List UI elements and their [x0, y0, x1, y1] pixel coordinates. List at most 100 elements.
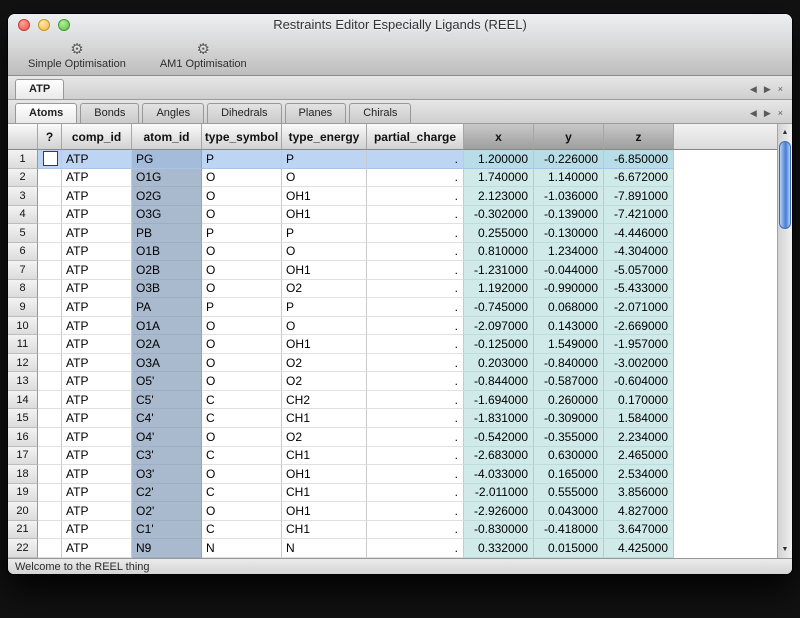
cell-check[interactable]: [38, 298, 62, 317]
vertical-scrollbar[interactable]: ▲ ▼: [777, 124, 792, 558]
cell-type-symbol[interactable]: O: [202, 243, 282, 262]
cell-y[interactable]: 1.140000: [534, 169, 604, 188]
cell-x[interactable]: 0.332000: [464, 539, 534, 558]
cell-type-energy[interactable]: P: [282, 298, 367, 317]
tab-scroll-right-icon[interactable]: ▶: [764, 84, 771, 94]
cell-atom-id[interactable]: O2A: [132, 335, 202, 354]
cell-y[interactable]: -0.355000: [534, 428, 604, 447]
cell-partial-charge[interactable]: .: [367, 169, 464, 188]
cell-type-energy[interactable]: OH1: [282, 261, 367, 280]
row-number[interactable]: 14: [8, 391, 38, 410]
row-number[interactable]: 9: [8, 298, 38, 317]
cell-atom-id[interactable]: C2': [132, 484, 202, 503]
row-number[interactable]: 13: [8, 372, 38, 391]
cell-check[interactable]: [38, 280, 62, 299]
cell-check[interactable]: [38, 150, 62, 169]
cell-atom-id[interactable]: O2B: [132, 261, 202, 280]
cell-z[interactable]: 2.534000: [604, 465, 674, 484]
column-header-type_energy[interactable]: type_energy: [282, 124, 367, 150]
cell-comp-id[interactable]: ATP: [62, 428, 132, 447]
cell-x[interactable]: -1.831000: [464, 409, 534, 428]
tab-atoms[interactable]: Atoms: [15, 103, 77, 123]
cell-type-energy[interactable]: OH1: [282, 502, 367, 521]
cell-z[interactable]: -2.071000: [604, 298, 674, 317]
cell-atom-id[interactable]: O1B: [132, 243, 202, 262]
checkbox-editor[interactable]: [43, 151, 58, 166]
zoom-button[interactable]: [58, 19, 70, 31]
scrollbar-thumb[interactable]: [779, 141, 791, 229]
cell-type-energy[interactable]: O2: [282, 280, 367, 299]
row-number[interactable]: 15: [8, 409, 38, 428]
cell-atom-id[interactable]: O1G: [132, 169, 202, 188]
cell-partial-charge[interactable]: .: [367, 187, 464, 206]
cell-y[interactable]: 1.549000: [534, 335, 604, 354]
cell-x[interactable]: -2.683000: [464, 447, 534, 466]
cell-type-energy[interactable]: OH1: [282, 335, 367, 354]
cell-type-energy[interactable]: P: [282, 224, 367, 243]
cell-x[interactable]: 1.740000: [464, 169, 534, 188]
cell-type-energy[interactable]: P: [282, 150, 367, 169]
cell-partial-charge[interactable]: .: [367, 335, 464, 354]
cell-type-symbol[interactable]: O: [202, 169, 282, 188]
cell-partial-charge[interactable]: .: [367, 280, 464, 299]
cell-z[interactable]: 3.856000: [604, 484, 674, 503]
row-number[interactable]: 2: [8, 169, 38, 188]
cell-type-symbol[interactable]: P: [202, 150, 282, 169]
am1-optimisation-button[interactable]: ⚙ AM1 Optimisation: [154, 41, 253, 71]
cell-type-symbol[interactable]: C: [202, 409, 282, 428]
row-number[interactable]: 20: [8, 502, 38, 521]
cell-atom-id[interactable]: O5': [132, 372, 202, 391]
cell-type-energy[interactable]: N: [282, 539, 367, 558]
cell-x[interactable]: -0.125000: [464, 335, 534, 354]
cell-partial-charge[interactable]: .: [367, 261, 464, 280]
tab-scroll-left-icon[interactable]: ◀: [750, 84, 757, 94]
cell-type-symbol[interactable]: O: [202, 372, 282, 391]
row-number[interactable]: 17: [8, 447, 38, 466]
cell-type-energy[interactable]: O: [282, 243, 367, 262]
cell-z[interactable]: -5.433000: [604, 280, 674, 299]
cell-atom-id[interactable]: PG: [132, 150, 202, 169]
doc-tab-atp[interactable]: ATP: [15, 79, 64, 99]
cell-x[interactable]: -0.302000: [464, 206, 534, 225]
cell-atom-id[interactable]: O3B: [132, 280, 202, 299]
cell-y[interactable]: -0.418000: [534, 521, 604, 540]
cell-partial-charge[interactable]: .: [367, 447, 464, 466]
cell-type-symbol[interactable]: C: [202, 447, 282, 466]
cell-x[interactable]: 2.123000: [464, 187, 534, 206]
cell-atom-id[interactable]: PA: [132, 298, 202, 317]
cell-type-energy[interactable]: OH1: [282, 206, 367, 225]
cell-y[interactable]: 0.260000: [534, 391, 604, 410]
cell-comp-id[interactable]: ATP: [62, 372, 132, 391]
row-number[interactable]: 7: [8, 261, 38, 280]
cell-type-symbol[interactable]: P: [202, 298, 282, 317]
cell-atom-id[interactable]: O3A: [132, 354, 202, 373]
scroll-down-icon[interactable]: ▼: [778, 543, 792, 556]
cell-z[interactable]: -6.672000: [604, 169, 674, 188]
cell-check[interactable]: [38, 372, 62, 391]
cell-check[interactable]: [38, 354, 62, 373]
cell-type-energy[interactable]: CH1: [282, 521, 367, 540]
cell-z[interactable]: -2.669000: [604, 317, 674, 336]
cell-z[interactable]: 4.425000: [604, 539, 674, 558]
cell-check[interactable]: [38, 521, 62, 540]
cell-x[interactable]: -2.011000: [464, 484, 534, 503]
cell-type-symbol[interactable]: O: [202, 280, 282, 299]
cell-z[interactable]: 4.827000: [604, 502, 674, 521]
cell-y[interactable]: 0.630000: [534, 447, 604, 466]
column-header-comp_id[interactable]: comp_id: [62, 124, 132, 150]
row-number[interactable]: 21: [8, 521, 38, 540]
cell-partial-charge[interactable]: .: [367, 502, 464, 521]
cell-x[interactable]: 0.255000: [464, 224, 534, 243]
cell-type-energy[interactable]: O: [282, 317, 367, 336]
cell-z[interactable]: -7.891000: [604, 187, 674, 206]
cell-type-symbol[interactable]: C: [202, 521, 282, 540]
cell-y[interactable]: -0.130000: [534, 224, 604, 243]
cell-x[interactable]: -2.097000: [464, 317, 534, 336]
tab-dihedrals[interactable]: Dihedrals: [207, 103, 281, 123]
cell-type-energy[interactable]: CH1: [282, 484, 367, 503]
cell-comp-id[interactable]: ATP: [62, 484, 132, 503]
cell-y[interactable]: 0.015000: [534, 539, 604, 558]
cell-check[interactable]: [38, 391, 62, 410]
cell-z[interactable]: 1.584000: [604, 409, 674, 428]
cell-z[interactable]: -4.446000: [604, 224, 674, 243]
